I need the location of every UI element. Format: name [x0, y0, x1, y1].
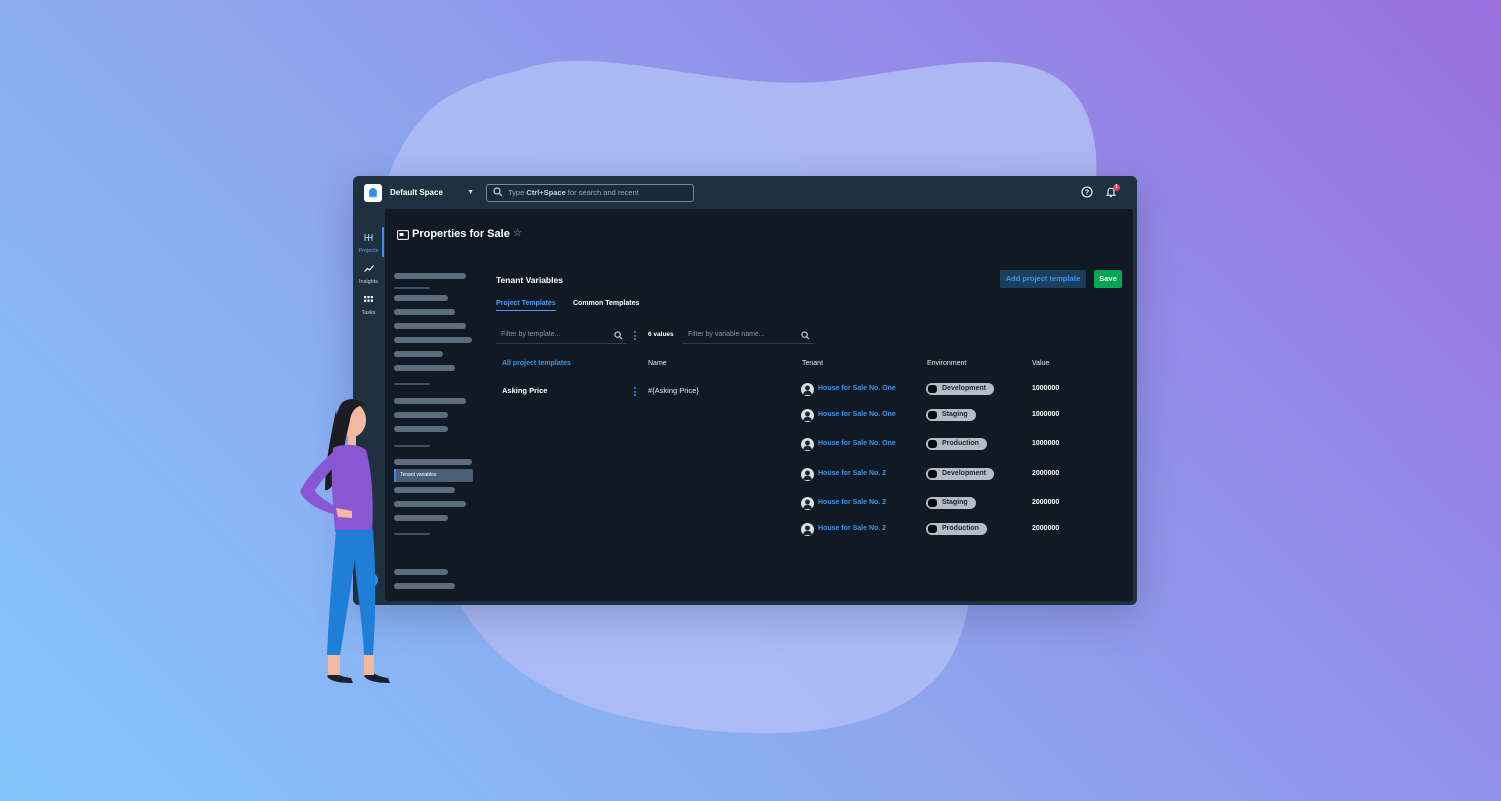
person-illustration: [300, 399, 390, 683]
